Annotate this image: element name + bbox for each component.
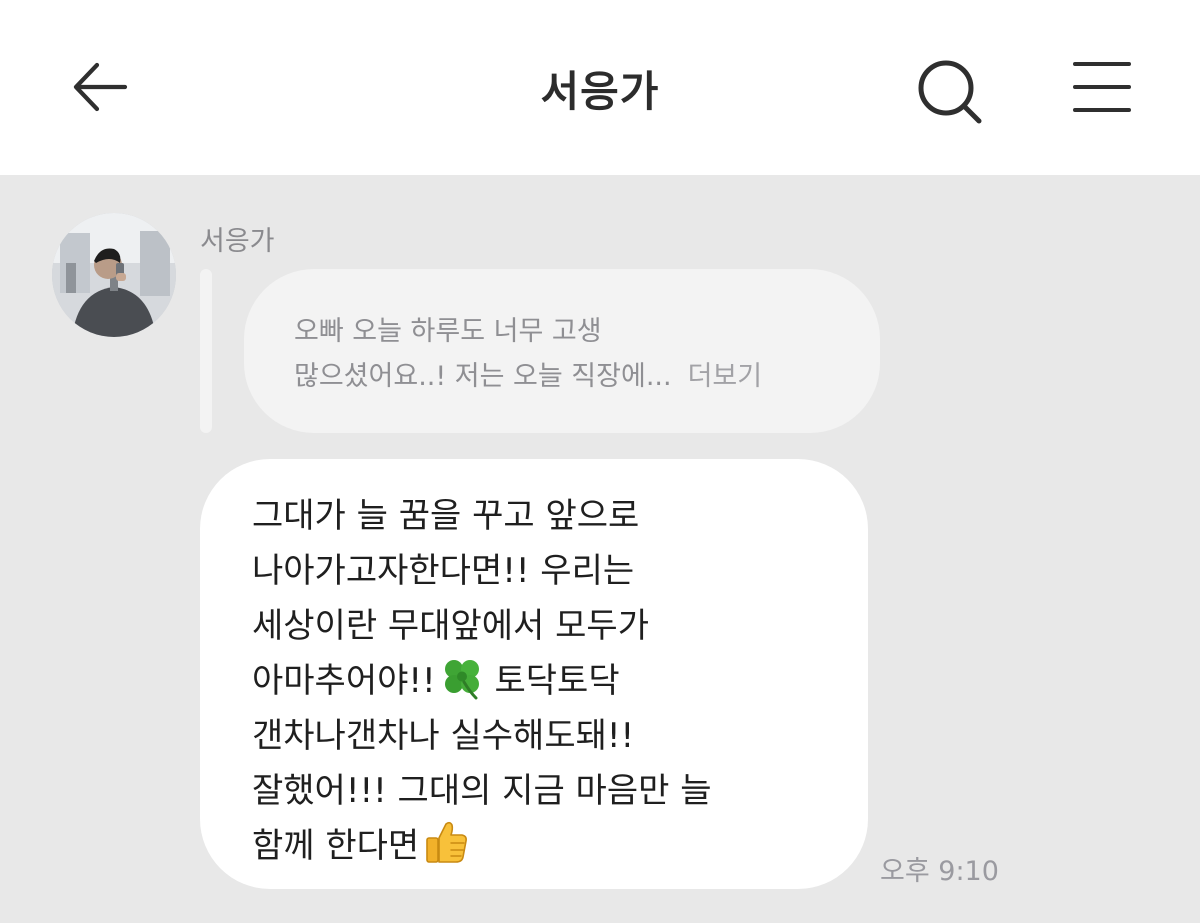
message-line: 세상이란 무대앞에서 모두가 [252, 606, 649, 646]
chat-area[interactable]: 서응가 오빠 오늘 하루도 너무 고생 많으셨어요..! 저는 오늘 직장에..… [0, 175, 1200, 923]
message-line: 갠차나갠차나 실수해도돼!! [252, 716, 635, 756]
chat-title: 서응가 [540, 67, 660, 116]
message-bubble[interactable]: 그대가 늘 꿈을 꾸고 앞으로 나아가고자한다면!! 우리는 세상이란 무대앞에… [200, 459, 868, 889]
message-line: 잘했어!!! 그대의 지금 마음만 늘 [252, 771, 712, 811]
reply-quote-bar [200, 269, 212, 433]
message-line-with-emoji: 아마추어야!! 토닥토닥 [252, 654, 828, 709]
hamburger-menu-icon [1073, 62, 1131, 112]
sender-name: 서응가 [200, 226, 275, 257]
menu-button[interactable] [1062, 52, 1142, 122]
reply-preview-text: 많으셨어요..! 저는 오늘 직장에... [294, 361, 672, 392]
message-timestamp: 오후 9:10 [880, 856, 999, 887]
see-more-link[interactable]: 더보기 [688, 361, 763, 392]
thumbs-up-icon [426, 821, 468, 863]
search-button[interactable] [910, 52, 990, 132]
chat-header: 서응가 [0, 0, 1200, 175]
profile-photo [52, 213, 176, 337]
message-line-with-emoji: 함께 한다면 [252, 819, 828, 874]
avatar[interactable] [52, 213, 176, 337]
message-text: 함께 한다면 [252, 826, 420, 866]
reply-preview-bubble[interactable]: 오빠 오늘 하루도 너무 고생 많으셨어요..! 저는 오늘 직장에... 더보기 [244, 269, 880, 433]
reply-preview-line: 오빠 오늘 하루도 너무 고생 [294, 316, 602, 347]
search-icon [918, 60, 982, 124]
reply-preview-line: 많으셨어요..! 저는 오늘 직장에... 더보기 [294, 354, 830, 399]
message-line: 나아가고자한다면!! 우리는 [252, 551, 635, 591]
message-line: 그대가 늘 꿈을 꾸고 앞으로 [252, 496, 640, 536]
message-text: 토닥토닥 [494, 661, 620, 701]
message-text: 아마추어야!! [252, 661, 436, 701]
four-leaf-clover-icon [444, 660, 479, 700]
